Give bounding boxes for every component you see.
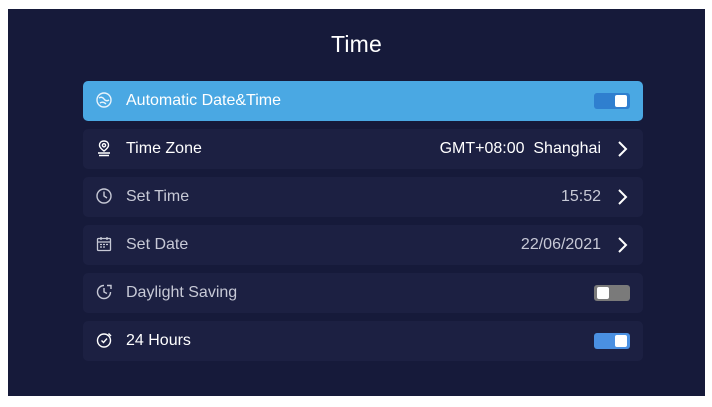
calendar-icon (95, 235, 113, 253)
row-set-date[interactable]: Set Date 22/06/2021 (83, 225, 643, 265)
row-label: Daylight Saving (126, 284, 238, 301)
row-daylight-saving[interactable]: Daylight Saving (83, 273, 643, 313)
row-automatic-date-time[interactable]: Automatic Date&Time (83, 81, 643, 121)
row-label: Set Time (126, 188, 190, 205)
page-title: Time (330, 31, 383, 57)
clock-icon (95, 187, 113, 205)
row-label: Automatic Date&Time (126, 92, 282, 109)
chevron-right-icon (615, 188, 629, 206)
timer-clock-icon (95, 331, 113, 349)
settings-list: Automatic Date&Time Time Zone GMT+08:00 … (83, 81, 643, 369)
chevron-right-icon (615, 236, 629, 254)
row-label: 24 Hours (126, 332, 191, 349)
set-date-value: 22/06/2021 (520, 236, 601, 253)
set-time-value: 15:52 (560, 188, 601, 205)
location-pin-icon (95, 139, 113, 157)
automatic-date-time-toggle[interactable] (594, 93, 630, 109)
time-zone-value: GMT+08:00 Shanghai (439, 140, 601, 157)
row-set-time[interactable]: Set Time 15:52 (83, 177, 643, 217)
globe-clock-icon (95, 91, 113, 109)
daylight-clock-icon (95, 283, 113, 301)
row-time-zone[interactable]: Time Zone GMT+08:00 Shanghai (83, 129, 643, 169)
chevron-right-icon (615, 140, 629, 158)
row-label: Time Zone (126, 140, 202, 157)
24-hours-toggle[interactable] (594, 333, 630, 349)
settings-screen: Time Automatic Date&Time Time Zone GMT+0… (8, 9, 705, 396)
row-24-hours[interactable]: 24 Hours (83, 321, 643, 361)
daylight-saving-toggle[interactable] (594, 285, 630, 301)
row-label: Set Date (126, 236, 189, 253)
